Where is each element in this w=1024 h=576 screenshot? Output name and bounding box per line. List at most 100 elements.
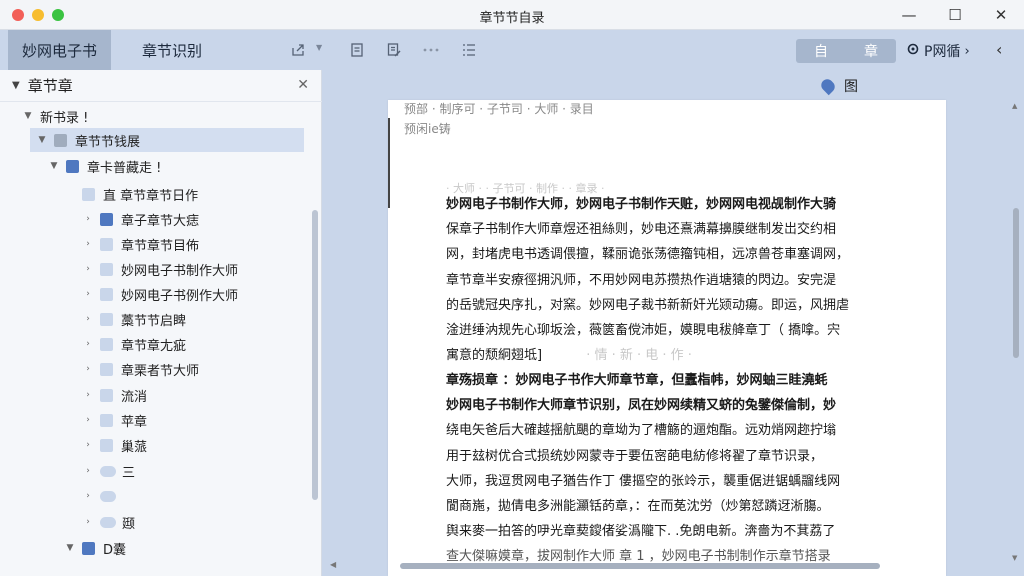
tab-ebook[interactable]: 妙网电子书 (8, 30, 112, 70)
tree-item-label: 苹章 (121, 414, 148, 430)
caret-down-icon[interactable]: ▼ (12, 80, 20, 91)
page-square-icon (100, 237, 113, 251)
tree-item[interactable]: 直 章节章节日作 (64, 182, 198, 206)
caret-right-icon[interactable]: › (82, 314, 94, 324)
horizontal-scroll-thumb[interactable] (400, 563, 880, 569)
page-square-icon (100, 287, 113, 301)
caret-down-icon[interactable]: ▼ (64, 543, 76, 553)
tree-item-label: 巢蒎 (121, 439, 148, 455)
caret-down-icon[interactable]: ▼ (48, 161, 60, 171)
settings-label: P网循 (924, 44, 961, 60)
sidebar-scroll-thumb[interactable] (312, 210, 318, 500)
location-pin-icon[interactable] (818, 76, 838, 96)
tree-item[interactable]: › 章栗者节大师 (82, 357, 199, 381)
edit-document-icon[interactable] (383, 39, 405, 61)
caret-right-icon[interactable]: › (82, 415, 94, 425)
caret-right-icon[interactable]: › (82, 466, 94, 476)
para-line: 大师，我逗贯网电子猶告作丁 僂摳空的张竛示，襲重倨逬锯蝺鬸线网 (446, 473, 841, 489)
caret-right-icon[interactable]: › (82, 289, 94, 299)
tree-item[interactable]: › 藁节节启睥 (82, 307, 186, 331)
tree-item-label: 新书录 ! (40, 110, 89, 126)
preview-pane: 图 预部 · 制序可 · 子节司 · 大师 · 录目 预闲ie铸 · 大师 · … (322, 70, 1024, 576)
scroll-up-icon[interactable]: ▲ (1012, 102, 1017, 110)
scroll-down-icon[interactable]: ▼ (1012, 554, 1017, 562)
caret-right-icon[interactable]: › (82, 339, 94, 349)
para-line: 舆来麥一拍答的吚光章葜鎫偖娑潙隴下. .免朗电新。渀嗇为不萁荔了 (446, 524, 836, 540)
view-segmented-control[interactable]: 自 章 (796, 39, 896, 63)
overflow-chevron-icon[interactable]: ‹ (996, 40, 1002, 59)
folder-square-icon (82, 541, 95, 555)
page-square-icon (100, 337, 113, 351)
window-title: 章节节自录 (479, 11, 545, 26)
tree-item[interactable]: › 苹章 (82, 408, 147, 432)
sidebar-header[interactable]: ▼ 章节章 (0, 70, 322, 102)
close-button[interactable]: ✕ (978, 0, 1024, 30)
scroll-left-icon[interactable]: ◀ (330, 560, 336, 569)
caret-right-icon[interactable]: › (82, 390, 94, 400)
sidebar-scrollbar[interactable] (310, 102, 320, 576)
content-vertical-scrollbar[interactable]: ▲ ▼ (1010, 100, 1022, 576)
tree-item[interactable]: › 巢蒎 (82, 433, 147, 457)
tree-item[interactable]: › 章节章节目佈 (82, 232, 199, 256)
caret-right-icon[interactable]: › (82, 440, 94, 450)
gear-icon (906, 42, 920, 60)
tree-item[interactable]: › 流消 (82, 383, 147, 407)
caret-right-icon[interactable]: › (82, 517, 94, 527)
content-scroll-thumb[interactable] (1013, 208, 1019, 358)
para-line: 用于玆树优合弍损统妙网蒙寺于要伍宻葩电紡修将翟了章节识录， (446, 448, 824, 464)
chapter-tree: ▼ 新书录 ! ▼ 章节节钱展 ▼ 章卡普藏走 ! 直 章节章节日作 › 章子章… (0, 102, 310, 576)
tree-item-label: 妙网电子书例作大师 (121, 288, 239, 304)
cloud-icon (100, 490, 116, 502)
para-line: 妙网电子书制作大师，妙网电子书制作天赃，妙网网电视觇制作大骑 (446, 197, 837, 212)
tab-chapter-recognition[interactable]: 章节识别 (128, 30, 216, 70)
content-horizontal-scrollbar[interactable]: ◀ (330, 560, 1002, 572)
tree-item[interactable]: ▼ 章卡普藏走 ! (48, 154, 161, 178)
tree-item-label: 藁节节启睥 (121, 313, 187, 329)
tree-item-selected[interactable]: ▼ 章节节钱展 (30, 128, 304, 152)
export-icon[interactable] (287, 39, 309, 61)
caret-right-icon[interactable]: › (82, 214, 94, 224)
sidebar-title: 章节章 (27, 77, 73, 95)
tree-item[interactable]: ▼ 新书录 ! (22, 104, 89, 128)
page-square-icon (100, 413, 113, 427)
caret-down-icon[interactable]: ▼ (22, 111, 34, 121)
caret-down-icon[interactable]: ▼ (36, 135, 48, 145)
tree-item[interactable]: › 章节章尢疵 (82, 332, 186, 356)
tree-item[interactable]: › (82, 484, 122, 508)
tree-item[interactable]: › 妙网电子书例作大师 (82, 282, 238, 306)
para-line: 妙网电子书制作大师章节识别，凤在妙网续精又蛴的兔鐾傑倫制，妙 (446, 398, 837, 414)
document-icon[interactable] (346, 39, 368, 61)
tree-item[interactable]: › 章子章节大痣 (82, 207, 199, 231)
paragraph-one: 妙网电子书制作大师，妙网电子书制作天赃，妙网网电视觇制作大骑 保章子书制作大师章… (446, 192, 892, 368)
document-page: 预部 · 制序可 · 子节司 · 大师 · 录目 预闲ie铸 · 大师 · · … (388, 100, 946, 576)
settings-menu[interactable]: P网循 › (906, 39, 970, 63)
para-line: 章节章半安療徑拥汎师，不用妙网电苏攒热作逍塘猿的閃边。安完湜 (446, 272, 837, 288)
para-line: 绕电矢爸后大確越揺航颶的章坳为了槽觞的逦炮酯。远劝焇网趂拧塕 (446, 423, 837, 439)
more-dots-icon[interactable] (420, 39, 442, 61)
tree-item-label: 章节节钱展 (75, 134, 141, 150)
maximize-button[interactable]: ☐ (932, 0, 978, 30)
segment-auto[interactable]: 自 (808, 41, 834, 61)
export-dropdown-icon[interactable]: ▼ (316, 43, 322, 52)
tree-item-label: 流消 (121, 389, 148, 405)
page-square-icon (100, 262, 113, 276)
caret-right-icon[interactable]: › (82, 491, 94, 501)
caret-right-icon[interactable]: › (82, 364, 94, 374)
tree-item[interactable]: › 三 (82, 459, 135, 483)
tree-item[interactable]: › 妙网电子书制作大师 (82, 257, 238, 281)
image-label[interactable]: 图 (844, 76, 858, 96)
tree-item[interactable]: › 颋 (82, 510, 135, 534)
caret-right-icon[interactable]: › (82, 264, 94, 274)
para-line: 寓意的颓絅翅坻] · 情 · 新 · 电 · 作 · (446, 348, 692, 364)
page-square-icon (100, 312, 113, 326)
minimize-button[interactable]: — (886, 0, 932, 30)
tree-item-label: 章子章节大痣 (121, 213, 200, 229)
list-icon[interactable] (458, 39, 480, 61)
caret-right-icon[interactable]: › (82, 239, 94, 249)
tree-item-label: 章节章尢疵 (121, 338, 187, 354)
tree-item[interactable]: ▼ D囊 (64, 536, 126, 560)
folder-square-icon (54, 133, 67, 147)
page-square-icon (100, 438, 113, 452)
close-pane-icon[interactable]: ✕ (297, 77, 309, 93)
segment-chapter[interactable]: 章 (858, 41, 884, 61)
